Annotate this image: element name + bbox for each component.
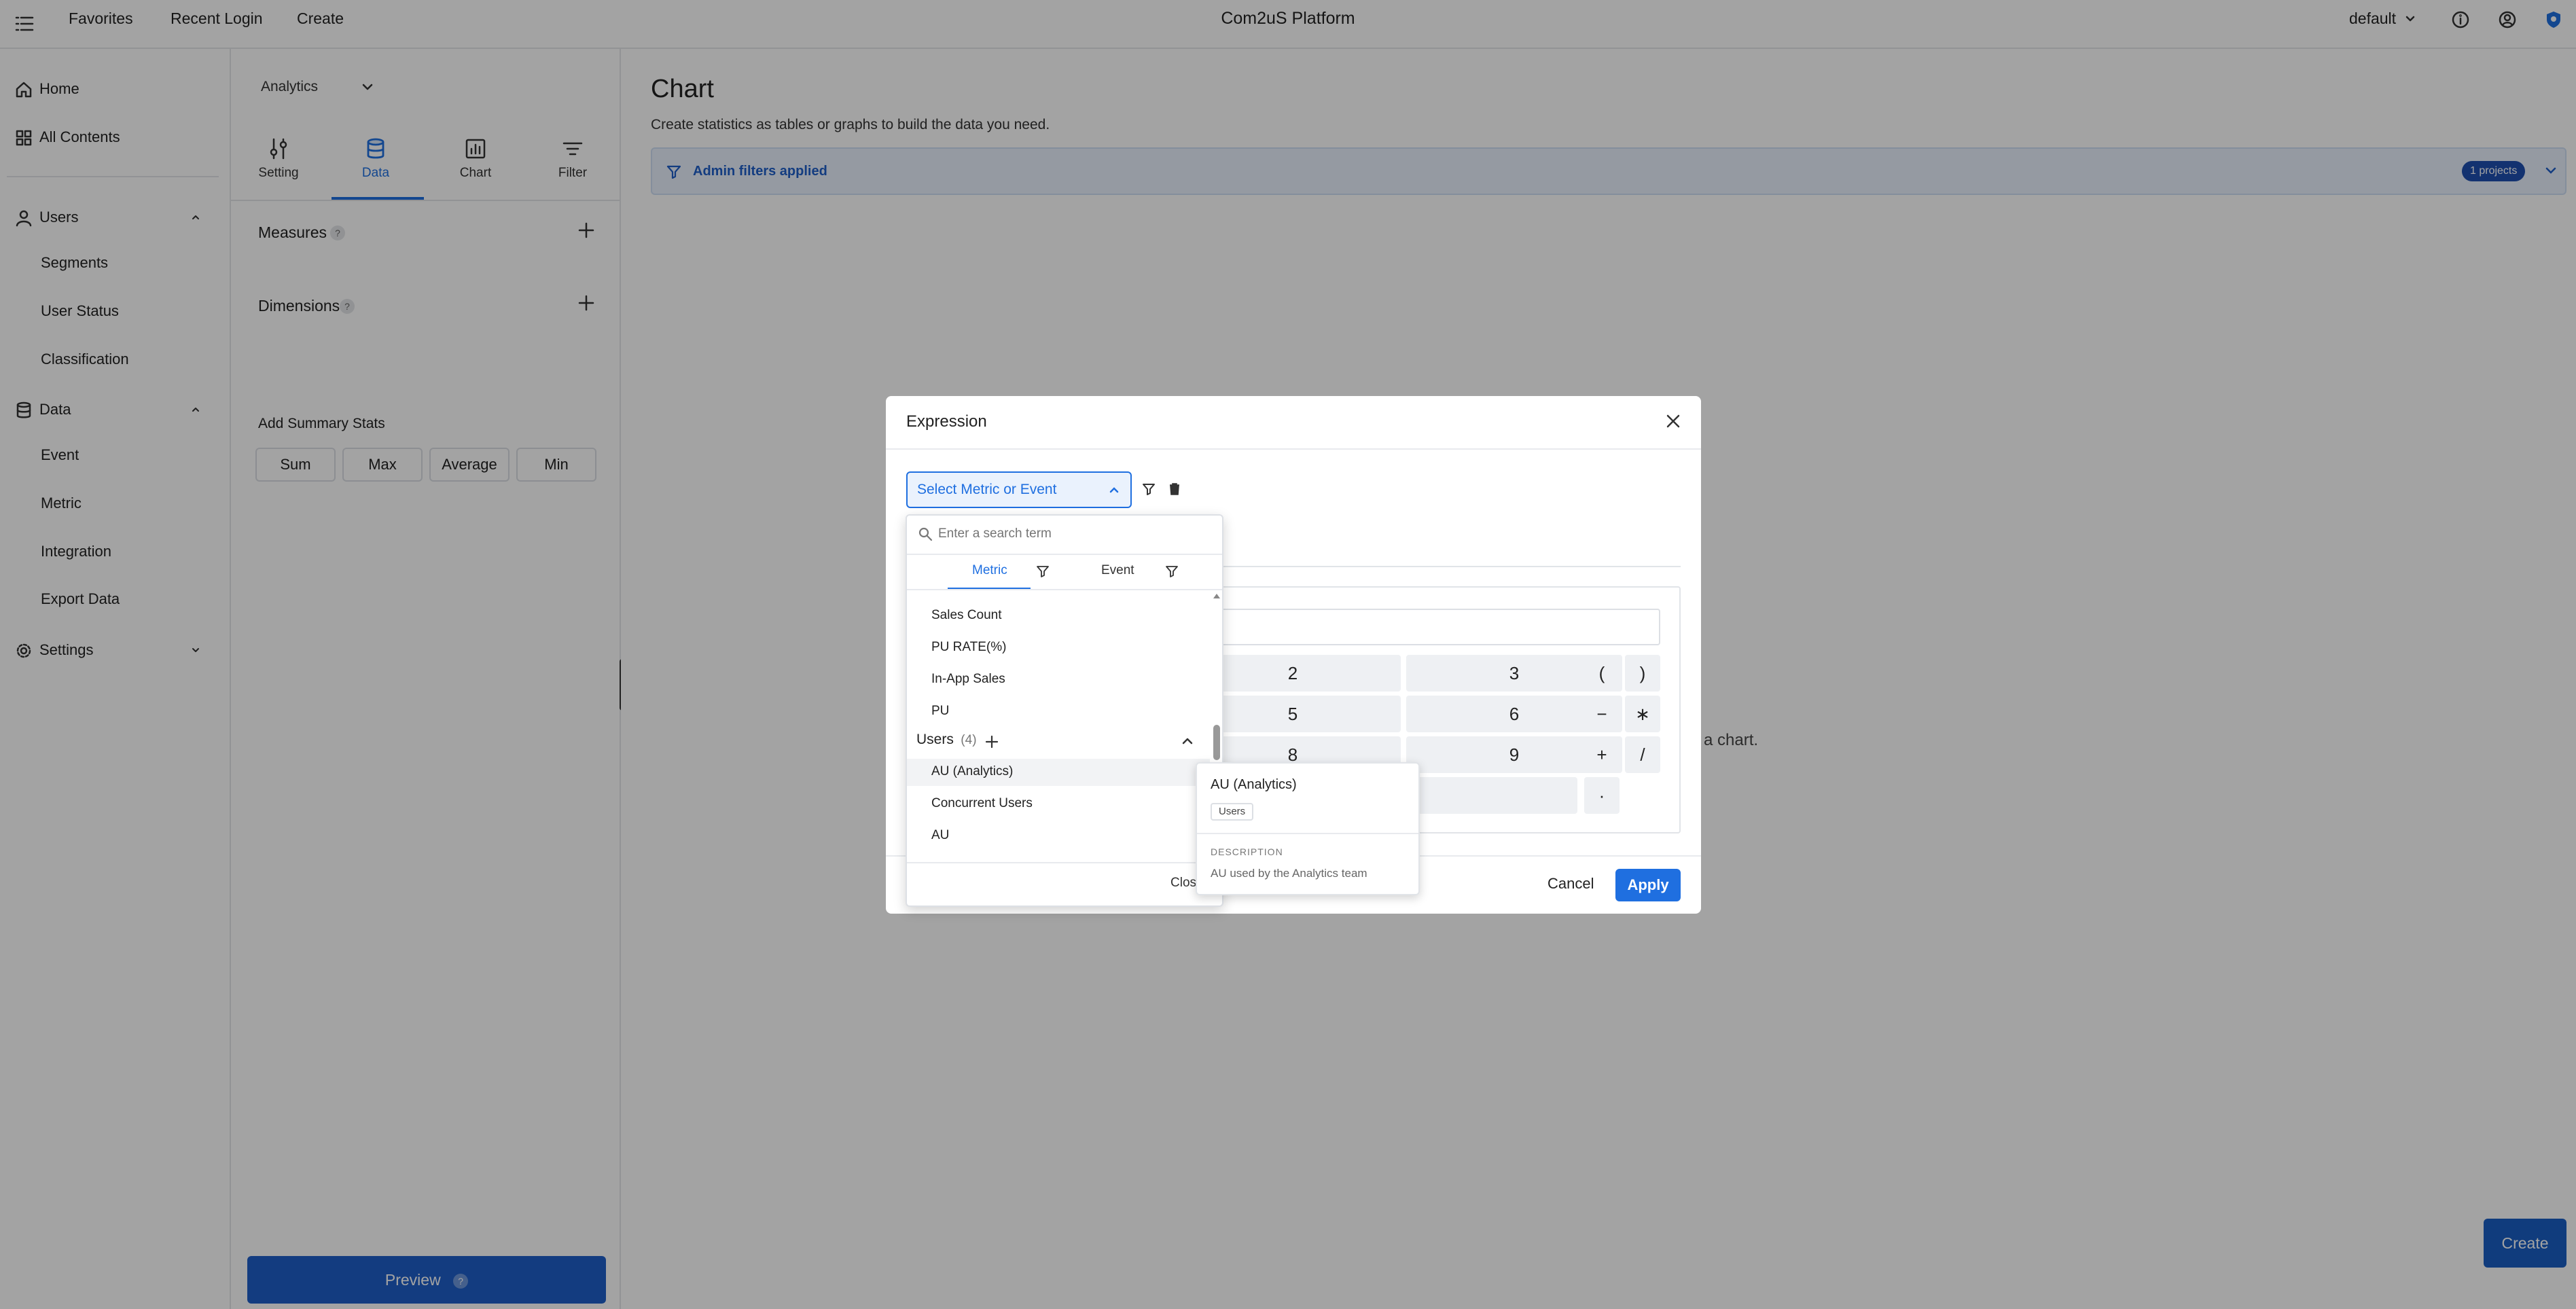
list-item[interactable]: Concurrent Users: [931, 796, 1033, 811]
apply-button[interactable]: Apply: [1615, 869, 1681, 901]
group-header-users[interactable]: Users (4): [916, 732, 1202, 755]
group-count: (4): [961, 733, 977, 747]
key-decimal[interactable]: ·: [1584, 777, 1620, 814]
chevron-up-icon: [1109, 486, 1120, 494]
tooltip-title: AU (Analytics): [1211, 777, 1297, 792]
key-close-paren[interactable]: ): [1625, 655, 1660, 692]
key-plus[interactable]: +: [1584, 736, 1620, 773]
tooltip-desc: AU used by the Analytics team: [1211, 867, 1367, 880]
key-0[interactable]: [1406, 777, 1577, 814]
filter-icon[interactable]: [1165, 564, 1179, 578]
tab-event[interactable]: Event: [1101, 563, 1134, 578]
close-icon[interactable]: [1664, 412, 1682, 430]
tooltip-desc-label: DESCRIPTION: [1211, 846, 1283, 857]
scrollbar-thumb[interactable]: [1213, 725, 1220, 760]
key-open-paren[interactable]: (: [1584, 655, 1620, 692]
list-item[interactable]: PU: [931, 704, 949, 719]
key-multiply[interactable]: ∗: [1625, 696, 1660, 732]
group-label: Users: [916, 732, 954, 747]
key-minus[interactable]: −: [1584, 696, 1620, 732]
filter-icon[interactable]: [1036, 564, 1050, 578]
tooltip-divider: [1197, 833, 1418, 834]
tab-metric[interactable]: Metric: [972, 563, 1007, 578]
list-item[interactable]: Sales Count: [931, 608, 1002, 623]
search-icon: [918, 526, 933, 541]
key-divide[interactable]: /: [1625, 736, 1660, 773]
chevron-up-icon[interactable]: [1181, 737, 1194, 745]
search-divider: [907, 554, 1222, 555]
tabs-divider: [907, 589, 1222, 590]
list-item[interactable]: AU: [931, 828, 949, 843]
select-placeholder: Select Metric or Event: [917, 482, 1057, 497]
plus-icon[interactable]: [984, 734, 999, 749]
list-item[interactable]: AU (Analytics): [931, 764, 1013, 779]
cancel-button[interactable]: Cancel: [1548, 875, 1594, 893]
list-item[interactable]: In-App Sales: [931, 672, 1005, 687]
dropdown-footer-divider: [907, 862, 1222, 863]
metric-event-select[interactable]: Select Metric or Event: [906, 471, 1132, 508]
filter-icon[interactable]: [1141, 482, 1156, 497]
expression-input[interactable]: [1185, 609, 1660, 645]
modal-title: Expression: [906, 412, 987, 431]
search-input[interactable]: [938, 522, 1210, 545]
metric-event-dropdown: Metric Event Sales Count PU RATE(%) In-A…: [906, 514, 1223, 907]
item-tooltip: AU (Analytics) Users DESCRIPTION AU used…: [1196, 762, 1420, 895]
tooltip-tag: Users: [1211, 803, 1254, 821]
modal-header-divider: [886, 448, 1701, 450]
trash-icon[interactable]: [1167, 482, 1182, 497]
list-item[interactable]: PU RATE(%): [931, 640, 1006, 655]
